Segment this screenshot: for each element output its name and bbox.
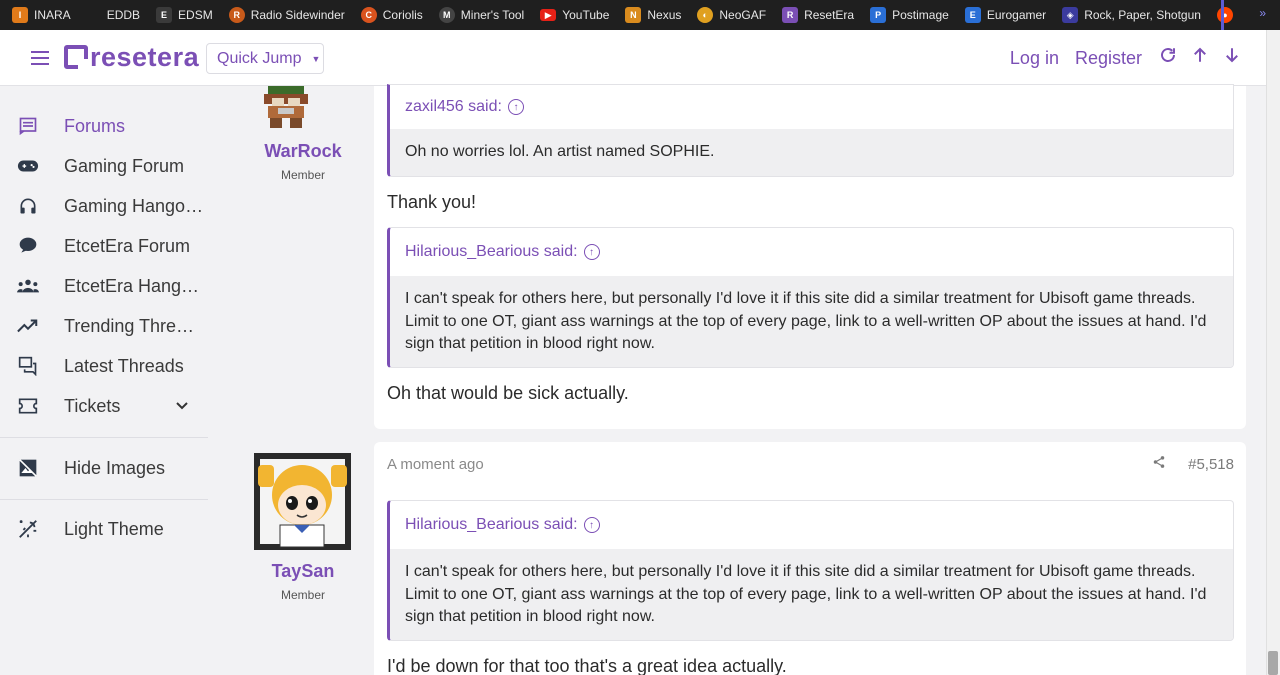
bookmark-radio-sidewinder[interactable]: R Radio Sidewinder [228,7,345,23]
post-timestamp[interactable]: A moment ago [387,456,484,473]
sidebar-item-forums[interactable]: Forums [0,106,208,146]
bookmark-resetera[interactable]: R ResetEra [782,7,854,23]
sidebar-item-tickets[interactable]: Tickets [0,386,208,426]
sidebar-item-etcetera-forum[interactable]: EtcetEra Forum [0,226,208,266]
post-number[interactable]: #5,518 [1188,456,1234,473]
bookmarks-more-button[interactable]: » [1259,6,1266,20]
quote-text: I can't speak for others here, but perso… [390,549,1233,640]
caret-down-icon: ▼ [311,53,321,64]
post-message: Thank you! [387,192,477,212]
bookmark-eddb[interactable]: EDDB [107,8,140,22]
bookmark-inara[interactable]: I INARA [12,7,71,23]
bookmarks-divider [1221,0,1224,30]
nexus-icon: N [625,7,642,23]
bookmark-neogaf[interactable]: ◐ NeoGAF [697,7,766,23]
reddit-icon: ● [1216,7,1233,23]
sidebar-divider-2 [0,499,208,500]
bookmark-postimage[interactable]: P Postimage [870,7,949,23]
arrow-up-circle-icon[interactable]: ↑ [507,99,524,115]
refresh-icon[interactable] [1158,46,1178,70]
quote-block: zaxil456 said: ↑ Oh no worries lol. An a… [387,84,1234,177]
resetera-icon: R [782,7,799,23]
site-logo[interactable]: resetera [64,42,199,72]
logo-mark-icon [64,45,88,69]
headphones-icon [17,195,39,217]
site-header: resetera Quick Jump ▼ Log in Register [0,30,1266,86]
quote-block: Hilarious_Bearious said: ↑ I can't speak… [387,500,1234,641]
username-warrock[interactable]: WarRock [238,141,368,162]
login-link[interactable]: Log in [1010,48,1059,69]
gamepad-icon [17,155,39,177]
quote-author[interactable]: Hilarious_Bearious said: ↑ [390,228,1233,276]
quote-text: Oh no worries lol. An artist named SOPHI… [390,129,1233,176]
sidebar: Forums Gaming Forum Gaming Hango… EtcetE… [0,86,208,675]
group-icon [17,275,39,297]
quick-jump-button[interactable]: Quick Jump ▼ [206,43,324,74]
page-scrollbar[interactable] [1266,30,1280,675]
ticket-icon [17,395,39,417]
quote-author[interactable]: zaxil456 said: ↑ [390,85,1233,129]
post-message: I'd be down for that too that's a great … [387,656,787,675]
hide-images-toggle[interactable]: Hide Images [0,448,208,488]
user-title: Member [280,588,325,602]
chevron-down-icon[interactable] [176,399,188,413]
avatar-taysan[interactable] [254,453,351,550]
quote-text: I can't speak for others here, but perso… [390,276,1233,367]
light-theme-toggle[interactable]: Light Theme [0,509,208,549]
bookmark-miners-tool[interactable]: M Miner's Tool [438,7,524,23]
quote-block: Hilarious_Bearious said: ↑ I can't speak… [387,227,1234,368]
hide-images-icon [17,457,39,479]
register-link[interactable]: Register [1075,48,1142,69]
avatar-warrock[interactable] [254,86,318,130]
neogaf-icon: ◐ [697,7,714,23]
bookmark-nexus[interactable]: N Nexus [625,7,681,23]
user-info-taysan: TaySan Member [238,561,368,602]
bookmark-edsm[interactable]: E EDSM [156,7,213,23]
sidebar-item-trending-threads[interactable]: Trending Thre… [0,306,208,346]
bookmark-coriolis[interactable]: C Coriolis [360,7,423,23]
username-taysan[interactable]: TaySan [238,561,368,582]
arrow-up-icon[interactable] [1190,46,1210,70]
user-info-warrock: WarRock Member [238,141,368,182]
trending-icon [17,315,39,337]
chat-bubble-icon [17,235,39,257]
arrow-up-circle-icon[interactable]: ↑ [583,517,600,533]
user-title: Member [280,168,325,182]
bookmark-rock-paper-shotgun[interactable]: ◈ Rock, Paper, Shotgun [1062,7,1201,23]
sidebar-item-gaming-hangouts[interactable]: Gaming Hango… [0,186,208,226]
share-icon[interactable] [1152,455,1166,474]
sidebar-item-etcetera-hangouts[interactable]: EtcetEra Hang… [0,266,208,306]
sidebar-item-gaming-forum[interactable]: Gaming Forum [0,146,208,186]
bookmarks-bar: I INARA EDDB E EDSM R Radio Sidewinder C Cor… [0,0,1280,30]
edsm-icon: E [156,7,173,23]
postimage-icon: P [870,7,887,23]
forum-icon [17,115,39,137]
bookmark-youtube[interactable]: ▶ YouTube [540,8,609,22]
arrow-up-circle-icon[interactable]: ↑ [583,244,600,260]
miners-tool-icon: M [438,7,455,23]
sidebar-item-latest-threads[interactable]: Latest Threads [0,346,208,386]
eurogamer-icon: E [964,7,981,23]
quote-author[interactable]: Hilarious_Bearious said: ↑ [390,501,1233,549]
inara-icon: I [12,7,28,23]
coriolis-icon: C [360,7,377,23]
radio-sidewinder-icon: R [228,7,245,23]
youtube-icon: ▶ [540,9,557,21]
arrow-down-icon[interactable] [1222,46,1242,70]
post-message: Oh that would be sick actually. [387,383,629,403]
menu-icon[interactable] [31,51,49,65]
theme-icon [17,518,39,540]
bookmark-eurogamer[interactable]: E Eurogamer [964,7,1046,23]
threads-icon [17,355,39,377]
sidebar-divider [0,437,208,438]
rps-icon: ◈ [1062,7,1079,23]
scrollbar-thumb[interactable] [1268,651,1278,675]
